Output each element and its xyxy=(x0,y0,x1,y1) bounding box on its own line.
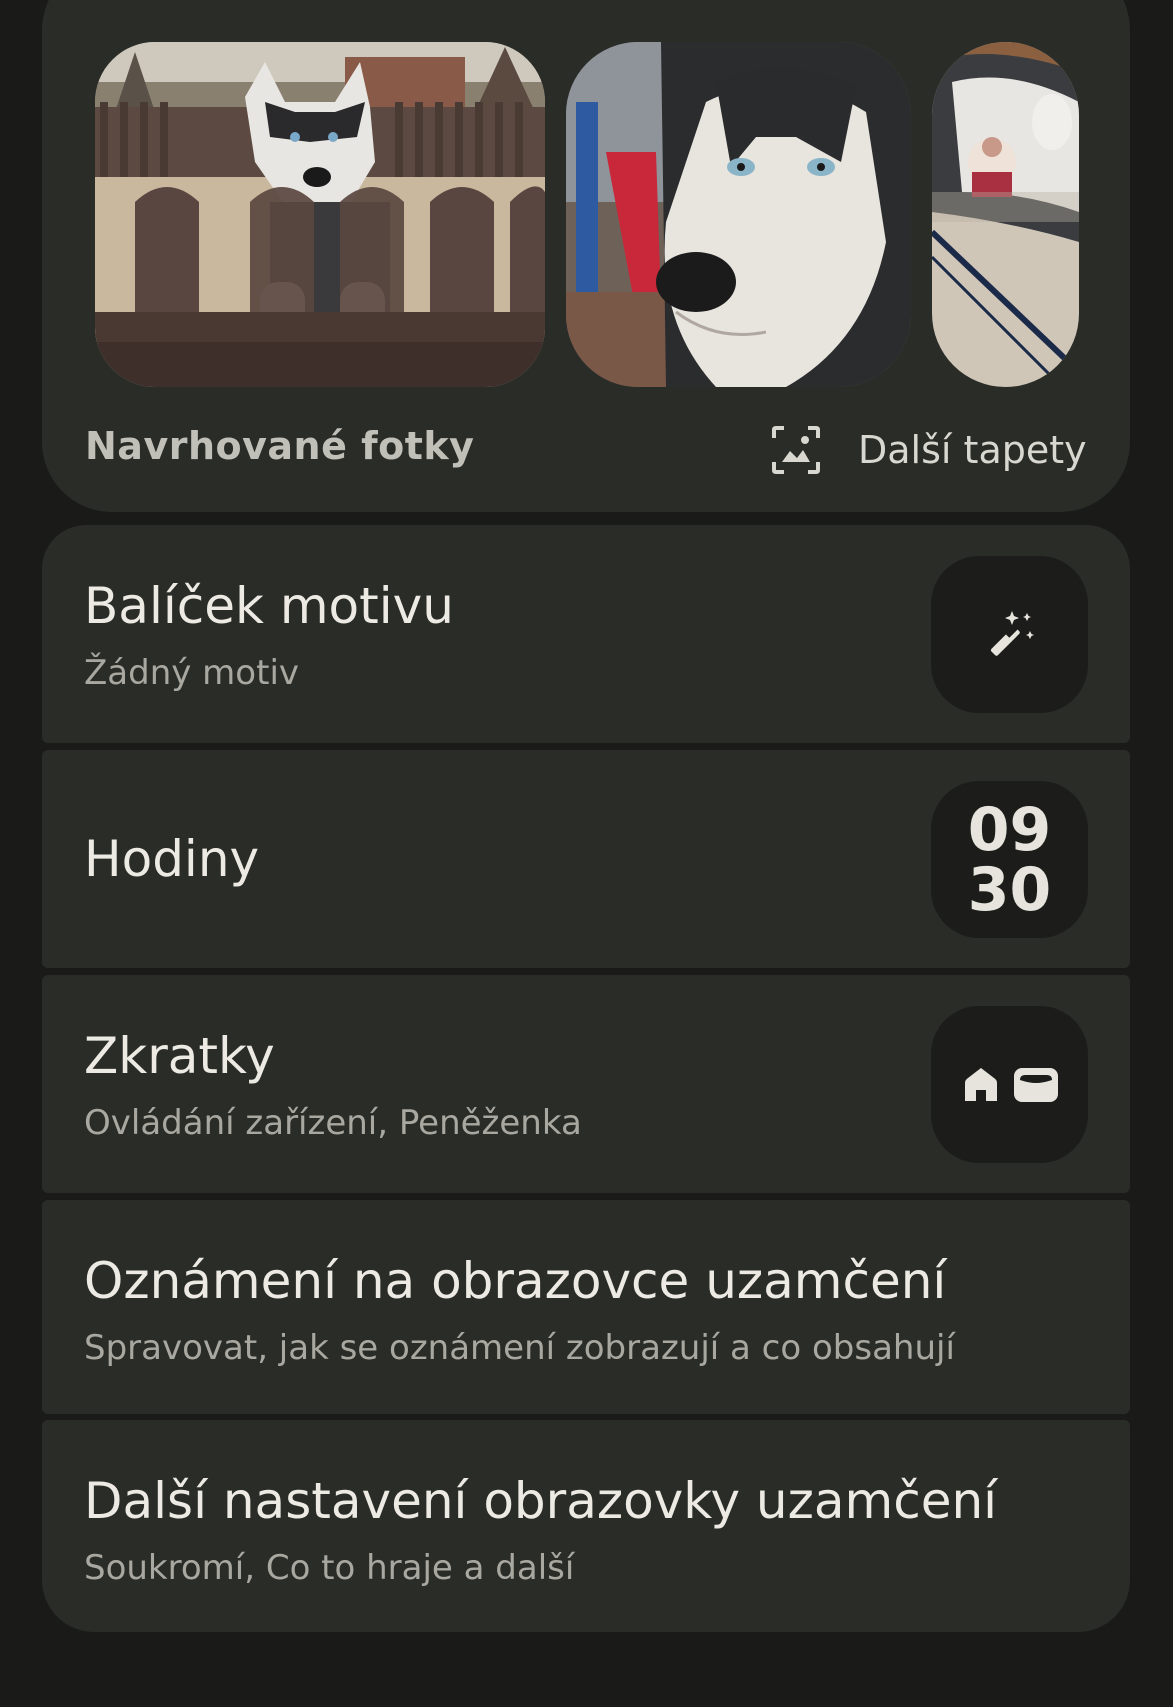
lock-notifications-row[interactable]: Oznámení na obrazovce uzamčení Spravovat… xyxy=(42,1200,1130,1414)
clock-title: Hodiny xyxy=(84,830,260,888)
husky-closeup-image xyxy=(566,42,911,387)
shortcuts-row[interactable]: Zkratky Ovládání zařízení, Peněženka xyxy=(42,975,1130,1193)
home-icon xyxy=(964,1067,997,1101)
theme-pack-row[interactable]: Balíček motivu Žádný motiv xyxy=(42,525,1130,743)
wallpaper-photo-husky-fence[interactable] xyxy=(95,42,545,387)
lock-notifications-title: Oznámení na obrazovce uzamčení xyxy=(84,1252,947,1310)
clock-preview-minutes: 30 xyxy=(967,854,1052,925)
more-lock-settings-title: Další nastavení obrazovky uzamčení xyxy=(84,1472,998,1530)
wallet-icon xyxy=(1013,1067,1058,1102)
shortcuts-subtitle: Ovládání zařízení, Peněženka xyxy=(84,1103,582,1143)
husky-fence-image xyxy=(95,42,545,387)
magic-wand-icon xyxy=(990,610,1034,656)
husky-toy-image xyxy=(932,42,1079,387)
theme-pack-subtitle: Žádný motiv xyxy=(84,653,300,693)
more-wallpapers-button[interactable]: Další tapety xyxy=(770,420,1087,480)
wallpaper-icon xyxy=(772,426,820,474)
wallpaper-photo-husky-closeup[interactable] xyxy=(566,42,911,387)
shortcuts-title: Zkratky xyxy=(84,1027,275,1085)
more-lock-settings-subtitle: Soukromí, Co to hraje a další xyxy=(84,1548,575,1588)
suggested-photos-label: Navrhované fotky xyxy=(85,424,475,468)
clock-preview-tile[interactable]: 09 30 xyxy=(931,781,1088,938)
shortcuts-preview-tile[interactable] xyxy=(931,1006,1088,1163)
lock-notifications-subtitle: Spravovat, jak se oznámení zobrazují a c… xyxy=(84,1328,955,1368)
more-wallpapers-label: Další tapety xyxy=(858,428,1087,472)
clock-row[interactable]: Hodiny 09 30 xyxy=(42,750,1130,968)
theme-pack-title: Balíček motivu xyxy=(84,577,454,635)
theme-pack-tile[interactable] xyxy=(931,556,1088,713)
more-lock-settings-row[interactable]: Další nastavení obrazovky uzamčení Soukr… xyxy=(42,1420,1130,1632)
clock-preview-hours: 09 xyxy=(967,794,1052,865)
wallpaper-photo-husky-toy[interactable] xyxy=(932,42,1079,387)
